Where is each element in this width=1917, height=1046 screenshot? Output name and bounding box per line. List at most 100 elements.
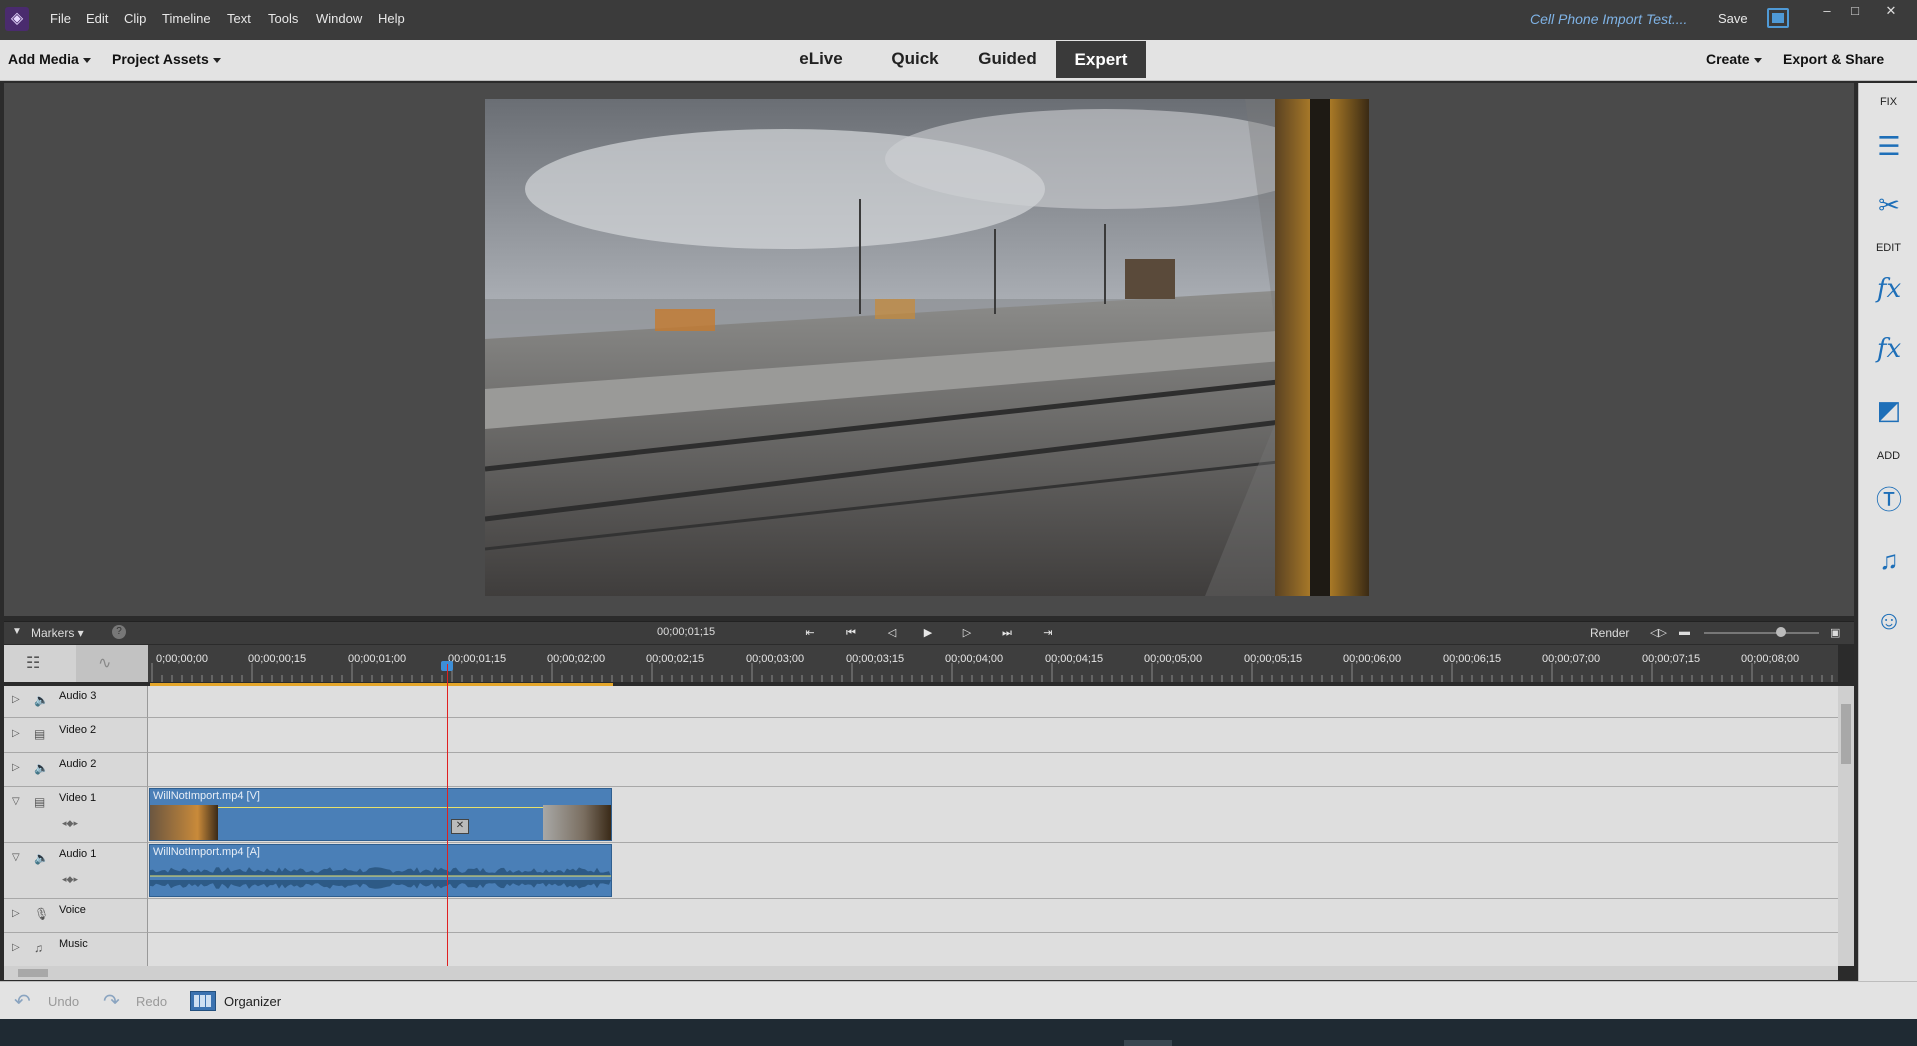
track-header-video-2[interactable]: ▷ ▤ Video 2 [4,718,148,753]
add-media-button[interactable]: Add Media [8,51,91,67]
go-to-start-icon[interactable]: ⇤ [801,625,819,641]
track-lane-audio-1[interactable]: WillNotImport.mp4 [A] [148,843,1838,899]
track-lane-video-1[interactable]: WillNotImport.mp4 [V] ✕ [148,787,1838,843]
expand-track-icon[interactable]: ▷ [12,694,20,705]
audio-waveform-toggle[interactable]: ∿ [76,645,148,682]
undo-icon[interactable]: ↶ [14,989,31,1014]
track-header-audio-2[interactable]: ▷ 🔈 Audio 2 [4,753,148,787]
vertical-scroll-thumb[interactable] [1841,704,1851,764]
tools-icon[interactable]: ✂ [1873,189,1905,221]
titles-icon[interactable]: Ⓣ [1873,484,1905,516]
project-assets-button[interactable]: Project Assets [112,51,221,67]
help-icon[interactable]: ? [112,625,126,639]
track-header-music[interactable]: ▷ ♫ Music [4,933,148,967]
timeline-panel-toggle-icon[interactable]: ▣ [1830,626,1840,639]
step-forward-icon[interactable]: ▷ [958,625,976,641]
minimize-button[interactable]: – [1818,2,1836,20]
zoom-out-icon[interactable]: ▬ [1679,626,1690,638]
collapse-track-icon[interactable]: ▽ [12,852,20,863]
effects-icon[interactable]: fx [1873,333,1905,365]
music-note-icon[interactable]: ♫ [34,941,43,955]
track-header-video-1[interactable]: ▽ ▤ Video 1 ◂◆▸ [4,787,148,843]
current-timecode[interactable]: 00;00;01;15 [657,626,715,638]
menu-help[interactable]: Help [378,11,405,26]
redo-button[interactable]: Redo [136,994,167,1009]
track-lane-voice[interactable] [148,899,1838,933]
speaker-icon[interactable]: 🔈 [34,693,49,707]
horizontal-scrollbar[interactable] [4,966,1838,980]
expand-track-icon[interactable]: ▷ [12,942,20,953]
close-button[interactable]: ✕ [1882,2,1900,20]
menu-clip[interactable]: Clip [124,11,146,26]
markers-dropdown[interactable]: Markers ▾ [31,626,84,640]
microphone-icon[interactable]: 🎙 [34,907,49,921]
menu-text[interactable]: Text [227,11,251,26]
maximize-button[interactable]: □ [1846,2,1864,20]
collapse-track-icon[interactable]: ▽ [12,796,20,807]
transitions-icon[interactable]: ◩ [1873,394,1905,426]
keyframe-nav-icon[interactable]: ◂◆▸ [62,818,78,829]
step-back-icon[interactable]: ◁ [883,625,901,641]
keyframe-nav-icon[interactable]: ◂◆▸ [62,874,78,885]
track-header-voice[interactable]: ▷ 🎙 Voice [4,899,148,933]
speaker-icon[interactable]: 🔈 [34,851,49,865]
menu-file[interactable]: File [50,11,71,26]
horizontal-scroll-thumb[interactable] [18,969,48,977]
fullscreen-icon[interactable] [1767,8,1789,28]
create-button[interactable]: Create [1706,51,1762,67]
adjustments-icon[interactable]: ☰ [1873,130,1905,162]
menu-edit[interactable]: Edit [86,11,108,26]
ruler-tick-label: 00;00;02;15 [646,653,705,665]
export-share-button[interactable]: Export & Share [1783,51,1884,67]
opacity-line[interactable] [150,807,611,808]
menu-window[interactable]: Window [316,11,362,26]
next-edit-icon[interactable]: ⏭ [998,625,1016,641]
video-clip[interactable]: WillNotImport.mp4 [V] ✕ [149,788,612,841]
track-lane-audio-2[interactable] [148,753,1838,787]
film-icon[interactable]: ▤ [34,795,45,809]
go-to-end-icon[interactable]: ⇥ [1039,625,1057,641]
collapse-triangle-icon[interactable]: ▼ [12,626,22,637]
tab-guided[interactable]: Guided [970,40,1045,78]
vertical-scrollbar[interactable] [1838,686,1854,966]
track-lane-music[interactable] [148,933,1838,967]
fit-timeline-icon[interactable]: ◁▷ [1650,626,1667,639]
render-button[interactable]: Render [1590,626,1629,640]
redo-icon[interactable]: ↷ [103,989,120,1014]
audio-clip[interactable]: WillNotImport.mp4 [A] [149,844,612,897]
film-icon[interactable]: ▤ [34,727,45,741]
music-icon[interactable]: ♫ [1873,544,1905,576]
fx-badge-icon[interactable]: ✕ [451,819,469,834]
speaker-icon[interactable]: 🔈 [34,761,49,775]
undo-button[interactable]: Undo [48,994,79,1009]
track-header-audio-3[interactable]: ▷ 🔈 Audio 3 [4,686,148,718]
organizer-button[interactable]: Organizer [224,994,281,1009]
organizer-icon[interactable] [190,991,216,1011]
previous-edit-icon[interactable]: ⏮ [842,625,860,641]
track-lane-audio-3[interactable] [148,686,1838,718]
track-header-audio-1[interactable]: ▽ 🔈 Audio 1 ◂◆▸ [4,843,148,899]
resize-grip[interactable] [1124,1040,1172,1046]
tab-elive[interactable]: eLive [785,40,857,78]
menu-timeline[interactable]: Timeline [162,11,211,26]
tab-expert[interactable]: Expert [1056,41,1146,78]
track-lane-video-2[interactable] [148,718,1838,753]
expand-track-icon[interactable]: ▷ [12,762,20,773]
applied-effects-icon[interactable]: fx [1873,273,1905,305]
video-preview[interactable] [485,99,1369,596]
tab-quick[interactable]: Quick [880,40,950,78]
playhead-line[interactable] [447,664,448,966]
expand-track-icon[interactable]: ▷ [12,908,20,919]
time-ruler[interactable]: 0;00;00;00 00;00;00;15 00;00;01;00 00;00… [148,645,1838,682]
bottom-bar: ↶ Undo ↷ Redo Organizer [0,981,1917,1020]
graphics-icon[interactable]: ☺ [1873,604,1905,636]
ruler-tick-label: 00;00;00;15 [248,653,307,665]
track-options-icon[interactable]: ☷ [26,653,40,673]
play-icon[interactable]: ▶ [919,625,937,641]
expand-track-icon[interactable]: ▷ [12,728,20,739]
menu-tools[interactable]: Tools [268,11,298,26]
zoom-slider-track[interactable] [1704,632,1819,634]
save-button[interactable]: Save [1718,11,1748,26]
zoom-slider-handle[interactable] [1776,627,1786,637]
ruler-tick-label: 00;00;04;15 [1045,653,1104,665]
